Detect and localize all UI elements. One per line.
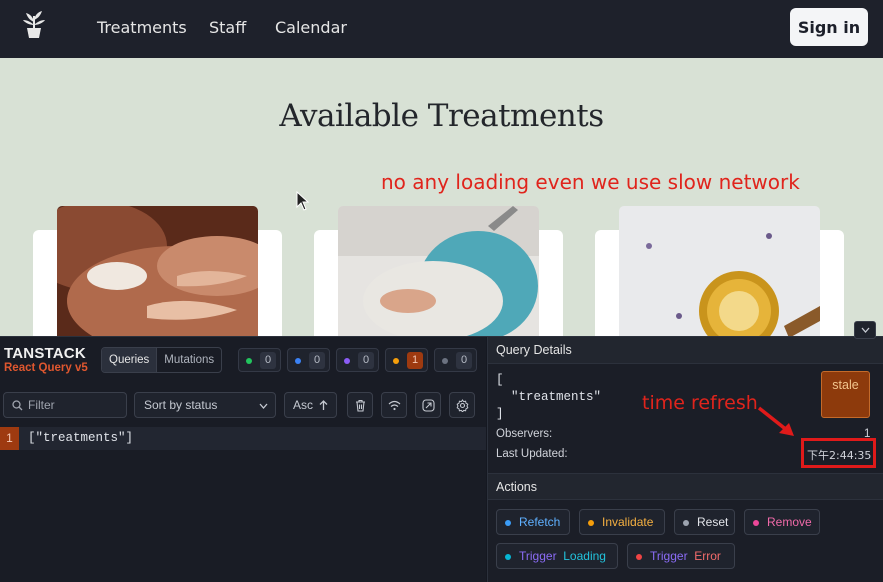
query-key: ["treatments"] [28,431,134,445]
nav-link-calendar[interactable]: Calendar [275,18,347,37]
arrow-up-icon [319,400,328,410]
trigger-error-label: Trigger Error [650,549,721,563]
devtools-brand: TANSTACK [4,345,86,362]
invalidate-button[interactable]: Invalidate [579,509,665,535]
devtools-subbrand: React Query v5 [4,362,88,374]
chevron-down-icon [259,403,268,409]
top-nav: Treatments Staff Calendar Sign in [0,0,883,58]
query-details-pane: Query Details [ "treatments" ] stale tim… [487,337,883,582]
fetching-count-badge[interactable]: 0 [287,348,330,372]
nav-link-staff[interactable]: Staff [209,18,246,37]
fetching-dot-icon [295,358,301,364]
annotation-note: no any loading even we use slow network [381,170,800,194]
fresh-dot-icon [246,358,252,364]
queries-mutations-toggle: Queries Mutations [101,347,223,373]
actions-title: Actions [496,480,537,494]
reset-label: Reset [697,515,729,529]
trigger-word: Trigger [650,549,688,563]
query-details-title: Query Details [496,343,572,357]
scrub-image [619,206,820,336]
wifi-icon [388,400,401,411]
inactive-count: 0 [456,352,472,369]
gear-icon [456,399,469,412]
trigger-loading-dot-icon [505,554,511,560]
stale-dot-icon [393,358,399,364]
remove-button[interactable]: Remove [744,509,820,535]
reset-dot-icon [683,520,689,526]
status-badge: stale [821,371,870,418]
filter-placeholder: Filter [28,398,55,412]
fetching-count: 0 [309,352,325,369]
trash-icon [356,399,365,412]
trigger-loading-button[interactable]: Trigger Loading [496,543,618,569]
tab-queries[interactable]: Queries [102,348,158,372]
query-details-header: Query Details [488,337,883,364]
paused-dot-icon [344,358,350,364]
main-content: Available Treatments no any loading even… [0,58,883,336]
fresh-count: 0 [260,352,276,369]
paused-count: 0 [358,352,374,369]
devtools-queries-pane: TANSTACK React Query v5 Queries Mutation… [0,337,486,582]
inactive-count-badge[interactable]: 0 [434,348,477,372]
actions-header: Actions [488,473,883,500]
refetch-dot-icon [505,520,511,526]
red-arrow-icon [757,406,794,436]
annotation-time-refresh: time refresh [642,392,758,414]
trigger-error-button[interactable]: Trigger Error [627,543,735,569]
mouse-cursor-icon [296,191,310,211]
sort-label: Sort by status [144,398,218,412]
page-title: Available Treatments [279,98,604,134]
clear-cache-button[interactable] [347,392,373,418]
inactive-dot-icon [442,358,448,364]
last-updated-label: Last Updated: [496,448,568,460]
observers-label: Observers: [496,428,553,440]
offline-toggle-button[interactable] [381,392,407,418]
sort-order-label: Asc [293,398,314,412]
filter-input[interactable]: Filter [3,392,127,418]
reset-button[interactable]: Reset [674,509,735,535]
react-query-devtools: TANSTACK React Query v5 Queries Mutation… [0,336,883,582]
remove-label: Remove [767,515,812,529]
fresh-count-badge[interactable]: 0 [238,348,281,372]
error-word: Error [694,549,721,563]
massage-image [57,206,258,336]
settings-button[interactable] [449,392,475,418]
nav-link-treatments[interactable]: Treatments [97,18,187,37]
query-row[interactable]: 1 ["treatments"] [0,427,486,450]
stale-count: 1 [407,352,423,369]
remove-dot-icon [753,520,759,526]
flower-pot-logo-icon[interactable] [18,8,50,40]
loading-word: Loading [563,549,606,563]
refetch-button[interactable]: Refetch [496,509,570,535]
refetch-label: Refetch [519,515,561,529]
query-observer-count: 1 [0,427,19,450]
trigger-error-dot-icon [636,554,642,560]
dock-icon [422,399,435,412]
stale-count-badge[interactable]: 1 [385,348,428,372]
sign-in-button[interactable]: Sign in [790,8,868,46]
paused-count-badge[interactable]: 0 [336,348,379,372]
tab-mutations[interactable]: Mutations [157,348,221,372]
trigger-loading-label: Trigger Loading [519,549,606,563]
highlight-box [801,438,876,468]
toggle-position-button[interactable] [415,392,441,418]
sort-order-button[interactable]: Asc [284,392,337,418]
sort-select[interactable]: Sort by status [134,392,276,418]
trigger-word: Trigger [519,549,557,563]
invalidate-label: Invalidate [602,515,654,529]
facial-image [338,206,539,336]
devtools-collapse-button[interactable] [854,321,876,339]
chevron-down-icon [861,327,870,333]
search-icon [12,400,23,411]
query-details-key: [ "treatments" ] [496,373,602,421]
invalidate-dot-icon [588,520,594,526]
